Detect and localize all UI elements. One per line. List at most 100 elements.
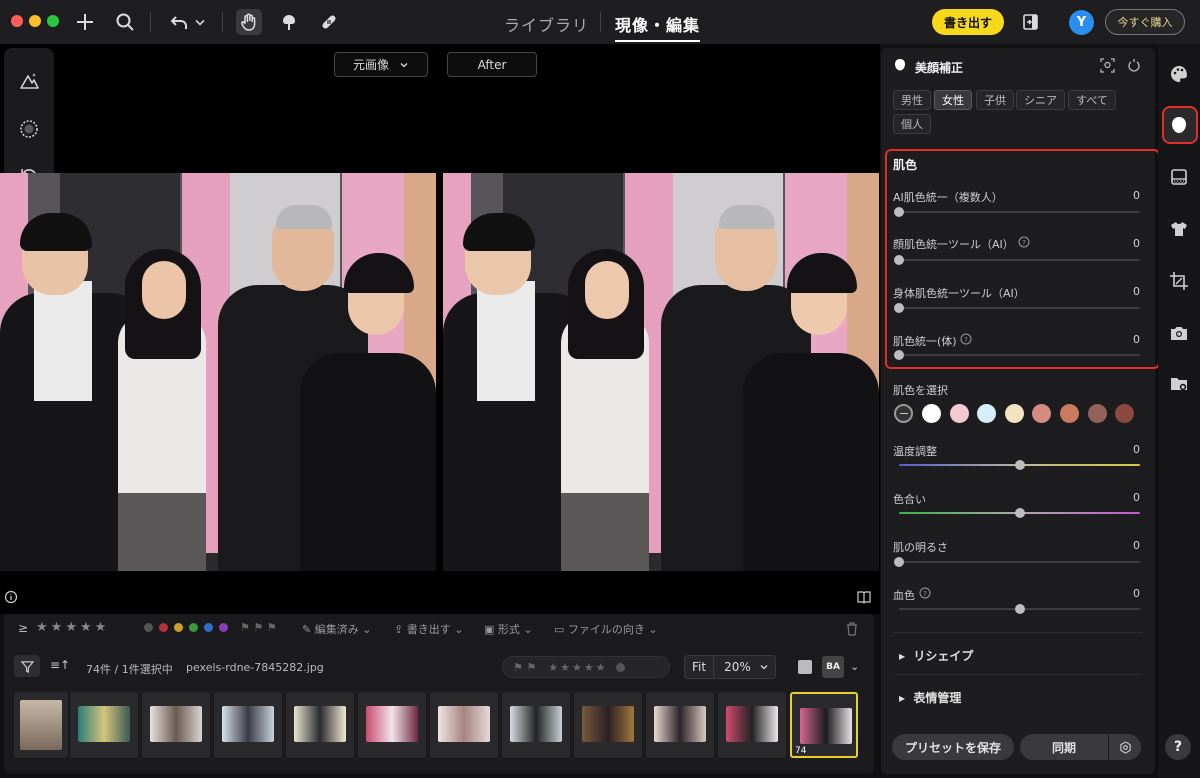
sync-settings-button[interactable] xyxy=(1109,734,1141,760)
info-icon[interactable] xyxy=(4,590,18,604)
save-preset-button[interactable]: プリセットを保存 xyxy=(892,734,1014,760)
no-skin-color-swatch[interactable] xyxy=(894,404,913,423)
camera-icon[interactable] xyxy=(1168,322,1190,344)
undo-icon[interactable] xyxy=(166,9,192,35)
after-view-label[interactable]: After xyxy=(447,52,537,77)
chip-child[interactable]: 子供 xyxy=(976,90,1014,110)
thumbnail[interactable] xyxy=(646,692,714,758)
rating-stars[interactable]: ★★★★★ xyxy=(548,661,607,674)
rating-stars[interactable]: ★★★★★ xyxy=(36,620,109,635)
tab-library[interactable]: ライブラリ xyxy=(504,12,589,36)
zoom-window-button[interactable] xyxy=(47,15,59,27)
thumbnail[interactable] xyxy=(286,692,354,758)
help-icon[interactable]: ? xyxy=(919,587,931,599)
search-icon[interactable] xyxy=(112,9,138,35)
expression-section[interactable]: ▸ 表情管理 xyxy=(899,689,961,706)
vignette-icon[interactable] xyxy=(18,118,40,140)
export-filter[interactable]: ⇪ 書き出す ⌄ xyxy=(394,621,463,637)
color-label-picker[interactable] xyxy=(144,623,234,632)
export-button[interactable]: 書き出す xyxy=(932,9,1004,35)
folder-settings-icon[interactable] xyxy=(1168,373,1190,395)
single-view-icon[interactable] xyxy=(798,660,812,674)
thumbnail[interactable] xyxy=(574,692,642,758)
compare-book-icon[interactable] xyxy=(856,589,872,605)
chip-senior[interactable]: シニア xyxy=(1016,90,1065,110)
ai-skin-unify-slider[interactable] xyxy=(894,207,1140,217)
buy-now-button[interactable]: 今すぐ購入 xyxy=(1105,9,1185,35)
chip-individual[interactable]: 個人 xyxy=(893,114,931,134)
filter-icon[interactable] xyxy=(14,655,40,677)
zoom-control[interactable]: Fit 20% xyxy=(684,655,776,679)
skin-swatch[interactable] xyxy=(1115,404,1134,423)
face-icon[interactable] xyxy=(1168,114,1190,136)
texture-icon[interactable] xyxy=(1168,166,1190,188)
skin-swatch[interactable] xyxy=(922,404,941,423)
help-icon[interactable]: ? xyxy=(1018,236,1030,248)
body-skin-unify-slider[interactable] xyxy=(894,303,1140,313)
chevron-down-icon[interactable]: ⌄ xyxy=(850,660,859,673)
skin-swatch[interactable] xyxy=(950,404,969,423)
thumbnail[interactable] xyxy=(502,692,570,758)
zoom-value[interactable]: 20% xyxy=(714,660,751,674)
before-view-select[interactable]: 元画像 xyxy=(334,52,428,77)
face-skin-unify-slider[interactable] xyxy=(894,255,1140,265)
skin-brightness-slider[interactable] xyxy=(894,557,1140,567)
skin-swatch[interactable] xyxy=(977,404,996,423)
thumbnail[interactable] xyxy=(718,692,786,758)
flag-icon[interactable]: ⚑ ⚑ xyxy=(513,661,536,674)
before-after-view-button[interactable]: BA xyxy=(822,656,844,678)
skin-section-title: 肌色 xyxy=(893,158,918,172)
thumbnail[interactable] xyxy=(14,692,68,758)
minimize-window-button[interactable] xyxy=(29,15,41,27)
tshirt-icon[interactable] xyxy=(1168,218,1190,240)
file-count: 74件 / 1件選択中 xyxy=(86,663,173,676)
select-skin-label: 肌色を選択 xyxy=(893,384,948,397)
skin-unify-body-slider[interactable] xyxy=(894,350,1140,360)
crop-icon[interactable] xyxy=(1168,270,1190,292)
sync-button[interactable]: 同期 xyxy=(1020,734,1108,760)
thumbnail[interactable] xyxy=(430,692,498,758)
sidebar-toggle-icon[interactable] xyxy=(1018,9,1044,35)
reshape-section[interactable]: ▸ リシェイプ xyxy=(899,647,973,664)
thumbnail[interactable] xyxy=(214,692,282,758)
help-icon[interactable]: ? xyxy=(960,333,972,345)
skin-swatch[interactable] xyxy=(1005,404,1024,423)
tint-slider[interactable] xyxy=(899,508,1140,518)
rating-filter-icon[interactable]: ≥ xyxy=(18,621,28,635)
edited-filter[interactable]: ✎ 編集済み ⌄ xyxy=(302,621,371,637)
help-button[interactable]: ? xyxy=(1165,734,1191,760)
trash-icon[interactable] xyxy=(845,621,859,637)
color-label-dot[interactable] xyxy=(615,662,625,672)
adjust-landscape-icon[interactable] xyxy=(18,70,40,92)
slider-label: AI肌色統一（複数人） xyxy=(893,191,1003,204)
thumbnail[interactable] xyxy=(70,692,138,758)
skin-swatch[interactable] xyxy=(1032,404,1051,423)
thumbnail-selected[interactable]: 74 xyxy=(790,692,858,758)
hand-tool-icon[interactable] xyxy=(236,9,262,35)
chip-male[interactable]: 男性 xyxy=(893,90,931,110)
thumbnail[interactable] xyxy=(358,692,426,758)
reset-icon[interactable] xyxy=(1127,58,1141,73)
orientation-filter[interactable]: ▭ ファイルの向き ⌄ xyxy=(554,621,658,637)
flag-icon[interactable]: ⚑ ⚑ ⚑ xyxy=(240,621,277,634)
chip-all[interactable]: すべて xyxy=(1068,90,1116,110)
avatar[interactable]: Y xyxy=(1069,10,1094,35)
face-detect-icon[interactable] xyxy=(1100,58,1115,73)
thumbnail[interactable] xyxy=(142,692,210,758)
palette-icon[interactable] xyxy=(1168,63,1190,85)
fit-button[interactable]: Fit xyxy=(685,656,715,678)
plus-icon[interactable] xyxy=(72,9,98,35)
tab-develop-edit[interactable]: 現像・編集 xyxy=(615,12,701,42)
skin-swatch[interactable] xyxy=(1088,404,1107,423)
brush-mask-icon[interactable] xyxy=(276,9,302,35)
blood-color-slider[interactable] xyxy=(899,604,1140,614)
format-filter[interactable]: ▣ 形式 ⌄ xyxy=(484,621,533,637)
chevron-down-icon[interactable] xyxy=(192,9,208,35)
chip-female[interactable]: 女性 xyxy=(934,90,972,110)
thumbnail-filter-bar[interactable]: ⚑ ⚑ ★★★★★ xyxy=(502,656,670,678)
bandage-heal-icon[interactable] xyxy=(316,9,342,35)
close-window-button[interactable] xyxy=(11,15,23,27)
temperature-slider[interactable] xyxy=(899,460,1140,470)
sort-icon[interactable]: ≡↑ xyxy=(50,658,70,672)
skin-swatch[interactable] xyxy=(1060,404,1079,423)
